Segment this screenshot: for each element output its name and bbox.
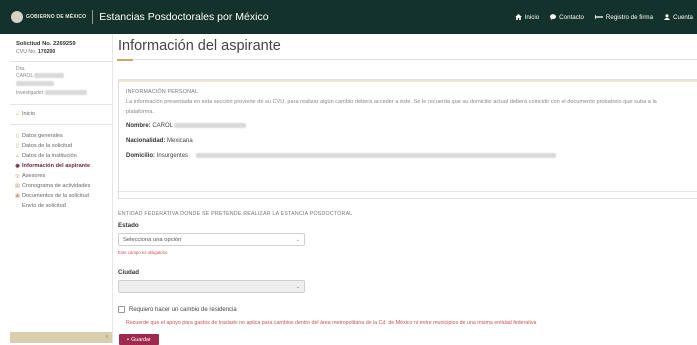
title-divider <box>117 59 697 60</box>
send-icon: ◌ <box>16 202 19 209</box>
logo-text: GOBIERNO DE MÉXICO <box>26 13 87 20</box>
city-label: Ciudad <box>118 269 139 276</box>
residence-note: Recuerde que el apoyo para gastos de tra… <box>126 320 537 326</box>
calendar-icon: ▤ <box>15 182 20 189</box>
state-error: Este campo es obligatorio <box>118 250 168 255</box>
sidebar-item-datos-institucion[interactable]: ▵ Datos de la institución <box>0 151 112 161</box>
building-icon: ▵ <box>16 152 19 159</box>
chat-icon <box>550 14 557 20</box>
app-title[interactable]: Estancias Posdoctorales por México <box>99 11 268 23</box>
user-icon <box>664 14 671 20</box>
redacted-text <box>195 153 556 158</box>
section-label-federal: ENTIDAD FEDERATIVA DONDE SE PRETENDE REA… <box>118 211 353 217</box>
applicant-name: CAROL <box>16 73 112 80</box>
redacted-text <box>44 90 87 96</box>
city-select[interactable]: ⌄ <box>118 280 305 293</box>
sidebar-steps: ▯ Datos generales ▯ Datos de la solicitu… <box>0 131 112 211</box>
sidebar-divider <box>10 104 112 105</box>
nav-link-registro-firma[interactable]: Registro de firma <box>594 13 654 21</box>
name-field: Nombre: CAROL <box>126 123 247 129</box>
nationality-field: Nacionalidad: Mexicana <box>126 138 193 144</box>
sidebar-item-datos-generales[interactable]: ▯ Datos generales <box>0 131 112 141</box>
sidebar-item-informacion-aspirante[interactable]: ◉ Información del aspirante <box>0 161 112 171</box>
residence-change-row: Requiero hacer un cambio de residencia <box>118 306 237 313</box>
home-icon: ⌂ <box>15 110 20 117</box>
request-number: Solicitud No. 2269259 <box>16 41 76 47</box>
redacted-text <box>174 123 247 128</box>
title-accent-bar <box>117 59 133 61</box>
logo-divider <box>92 10 94 24</box>
page-title: Información del aspirante <box>118 38 281 54</box>
nav-links: Inicio Contacto Registro de firma Cuenta <box>504 0 693 34</box>
sidebar-item-cronograma[interactable]: ▤ Cronograma de actividades <box>0 181 112 191</box>
sidebar-collapse-bar[interactable]: ‹ <box>10 332 112 343</box>
sidebar: Solicitud No. 2269259 CVU No. 170200 Dra… <box>0 34 113 343</box>
nav-link-contacto[interactable]: Contacto <box>550 14 584 21</box>
nav-link-label: Inicio <box>524 13 540 21</box>
cvu-number: CVU No. 170200 <box>16 49 56 55</box>
nav-link-label: Cuenta <box>673 13 693 21</box>
eagle-emblem-icon <box>11 11 23 23</box>
chevron-left-icon: ‹ <box>106 334 108 340</box>
document-icon: ▯ <box>16 132 19 139</box>
sidebar-item-documentos[interactable]: ▣ Documentos de la solicitud <box>0 191 112 201</box>
request-summary: Solicitud No. 2269259 CVU No. 170200 <box>0 34 112 55</box>
nav-link-label: Registro de firma <box>605 13 654 21</box>
chevron-down-icon: ⌄ <box>295 237 300 243</box>
address-field: Domicilio: Insurgentes <box>126 153 556 159</box>
nav-link-label: Contacto <box>559 13 584 21</box>
home-icon <box>514 14 522 20</box>
title-prefix: Dra. <box>16 66 26 72</box>
top-navbar: GOBIERNO DE MÉXICO Estancias Posdoctoral… <box>0 0 697 34</box>
nav-link-inicio[interactable]: Inicio <box>514 13 540 21</box>
chevron-down-icon: ⌄ <box>295 284 300 290</box>
sidebar-item-datos-solicitud[interactable]: ▯ Datos de la solicitud <box>0 141 112 151</box>
sidebar-menu: ⌂ Inicio <box>0 109 112 119</box>
personal-info-card: INFORMACIÓN PERSONAL La información pres… <box>118 79 697 199</box>
state-label: Estado <box>118 222 139 229</box>
sidebar-item-inicio[interactable]: ⌂ Inicio <box>0 109 112 119</box>
section-divider <box>117 191 697 192</box>
redacted-line <box>16 81 112 88</box>
card-accent-bar <box>119 80 697 82</box>
info-icon: ◉ <box>15 162 20 169</box>
nav-link-cuenta[interactable]: Cuenta <box>664 14 693 21</box>
sidebar-item-asesores[interactable]: ◎ Asesores <box>0 171 112 181</box>
redacted-text <box>16 81 54 87</box>
personal-info-text: La información presentada en esta secció… <box>126 99 657 115</box>
researcher-line: Investigador <box>16 90 112 97</box>
residence-change-label[interactable]: Requiero hacer un cambio de residencia <box>129 307 237 313</box>
redacted-text <box>34 73 65 79</box>
state-select[interactable]: Selecciona una opción ⌄ <box>118 233 305 246</box>
save-icon: ▪ <box>127 336 130 343</box>
users-icon: ◎ <box>15 172 20 179</box>
main-content: Información del aspirante INFORMACIÓN PE… <box>117 34 697 345</box>
sidebar-divider <box>10 124 112 125</box>
save-button[interactable]: ▪ Guardar <box>119 334 159 345</box>
folder-icon: ▣ <box>15 192 20 199</box>
pen-icon <box>594 14 603 20</box>
government-logo[interactable]: GOBIERNO DE MÉXICO <box>11 0 94 34</box>
residence-change-checkbox[interactable] <box>118 306 125 313</box>
sidebar-item-envio[interactable]: ◌ Envío de solicitud <box>0 201 112 211</box>
document-icon: ▯ <box>16 142 19 149</box>
state-select-value: Selecciona una opción <box>123 236 182 243</box>
section-label-personal: INFORMACIÓN PERSONAL <box>126 89 198 95</box>
applicant-summary: Dra. CAROL Investigador <box>0 62 112 97</box>
